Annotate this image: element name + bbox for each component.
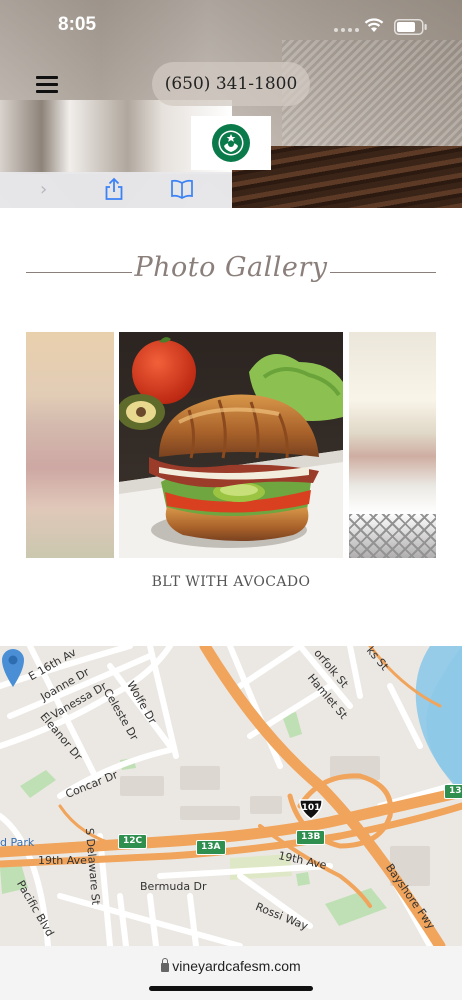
highway-exit-shield: 12C: [118, 834, 148, 849]
hero-header: 8:05 (650) 341-1800 ›: [0, 0, 462, 208]
browser-url-bar[interactable]: vineyardcafesm.com: [0, 946, 462, 1000]
hero-texture: [282, 40, 462, 150]
status-bar: 8:05: [0, 0, 462, 52]
lock-icon: [161, 958, 170, 972]
status-time: 8:05: [58, 14, 97, 35]
menu-icon[interactable]: [36, 74, 58, 94]
us-101-shield-icon: 101: [298, 798, 324, 820]
gallery-caption: BLT WITH AVOCADO: [151, 574, 311, 590]
book-icon[interactable]: [170, 179, 194, 199]
battery-icon: [394, 19, 427, 35]
blt-sandwich-image: [119, 332, 343, 558]
location-map[interactable]: E 16th Av Joanne Dr Vanessa Dr Celeste D…: [0, 646, 462, 946]
wifi-icon: [364, 18, 384, 32]
highway-exit-shield: 13: [444, 784, 462, 799]
map-street-label: d Park: [0, 836, 35, 849]
home-indicator[interactable]: [149, 986, 313, 991]
gallery-photo-next[interactable]: [349, 332, 436, 558]
gallery-title: Photo Gallery: [134, 252, 328, 283]
cellular-signal-icon: [334, 28, 359, 32]
siren-logo-icon: [212, 124, 250, 162]
phone-number-button[interactable]: (650) 341-1800: [152, 62, 310, 106]
gallery-header: Photo Gallery: [0, 250, 462, 294]
chair-mesh: [349, 514, 436, 558]
share-icon[interactable]: [104, 177, 124, 201]
gallery-photo-current[interactable]: [119, 332, 343, 558]
browser-toolbar: ›: [0, 172, 232, 208]
highway-exit-shield: 13B: [296, 830, 326, 845]
location-pin-icon[interactable]: [0, 646, 26, 688]
divider-line: [330, 272, 436, 273]
url-address[interactable]: vineyardcafesm.com: [0, 958, 462, 974]
chevron-right-icon[interactable]: ›: [40, 179, 47, 200]
gallery-photo-previous[interactable]: [26, 332, 114, 558]
divider-line: [26, 272, 132, 273]
url-domain: vineyardcafesm.com: [172, 958, 301, 974]
highway-exit-shield: 13A: [196, 840, 226, 855]
map-street-label: Bermuda Dr: [140, 880, 207, 893]
map-street-label: 19th Ave: [38, 854, 87, 867]
starbucks-logo[interactable]: [191, 116, 271, 170]
